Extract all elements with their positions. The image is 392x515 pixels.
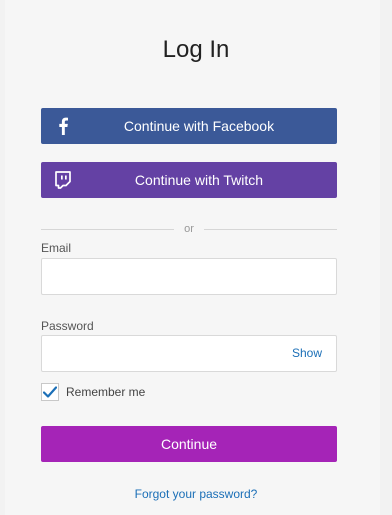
twitch-icon <box>53 170 73 190</box>
divider-line-left <box>41 228 175 230</box>
or-divider: or <box>41 222 337 236</box>
twitch-button-label: Continue with Twitch <box>134 172 264 188</box>
facebook-icon <box>53 116 73 136</box>
email-label: Email <box>41 241 72 255</box>
remember-me-option[interactable]: Remember me <box>41 383 145 401</box>
continue-with-twitch-button[interactable]: Continue with Twitch <box>41 162 337 198</box>
remember-me-label: Remember me <box>66 385 146 399</box>
forgot-password-link[interactable]: Forgot your password? <box>0 487 392 501</box>
password-label: Password <box>41 319 94 333</box>
divider-text: or <box>184 223 194 235</box>
show-password-toggle[interactable]: Show <box>292 346 322 360</box>
facebook-button-label: Continue with Facebook <box>123 118 275 134</box>
divider-line-right <box>203 228 337 230</box>
continue-with-facebook-button[interactable]: Continue with Facebook <box>41 108 337 144</box>
page-title: Log In <box>162 36 230 63</box>
continue-button[interactable]: Continue <box>41 426 337 462</box>
remember-me-checkbox[interactable] <box>41 383 59 401</box>
checkmark-icon <box>43 386 57 398</box>
email-field[interactable] <box>41 258 337 295</box>
